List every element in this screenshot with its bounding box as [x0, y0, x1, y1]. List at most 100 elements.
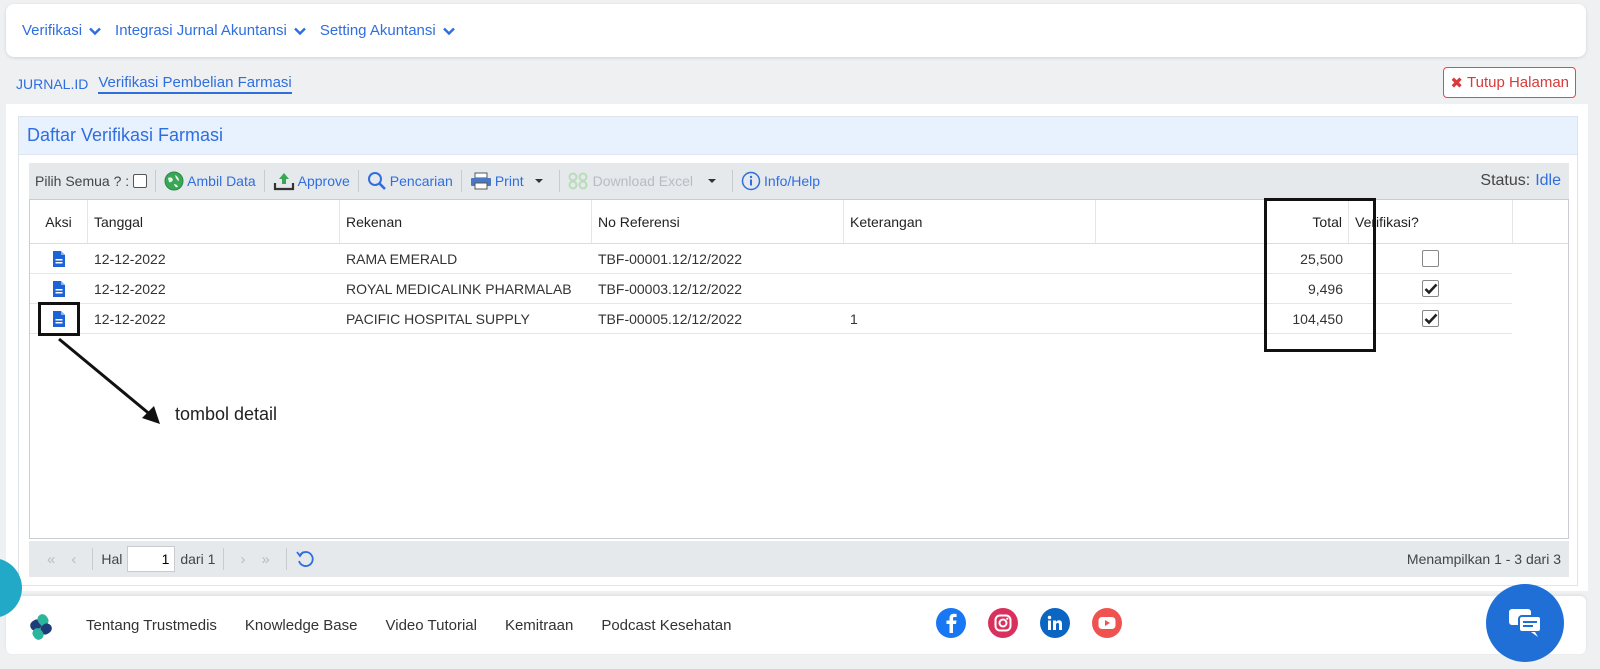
social-links: [936, 608, 1144, 638]
chat-icon: [1509, 609, 1542, 637]
pencarian-label: Pencarian: [389, 173, 453, 189]
footer-link-knowledge-base[interactable]: Knowledge Base: [245, 617, 358, 634]
next-page-button[interactable]: ›: [240, 551, 245, 568]
nav-integrasi-jurnal[interactable]: Integrasi Jurnal Akuntansi: [115, 22, 306, 39]
info-help-button[interactable]: Info/Help: [741, 171, 820, 191]
facebook-icon[interactable]: [936, 608, 966, 638]
verify-checkbox[interactable]: [1422, 250, 1439, 267]
instagram-icon[interactable]: [988, 608, 1018, 638]
toolbar: Pilih Semua ? : Ambil Data Approve Penca…: [29, 163, 1569, 199]
nav-setting-akuntansi[interactable]: Setting Akuntansi: [320, 22, 455, 39]
approve-button[interactable]: Approve: [273, 171, 350, 191]
toolbar-divider: [732, 170, 734, 192]
no-referensi-cell: TBF-00005.12/12/2022: [598, 310, 742, 327]
info-help-label: Info/Help: [764, 173, 821, 189]
status-label: Status:: [1480, 172, 1531, 189]
search-icon: [367, 172, 386, 190]
nav-label: Integrasi Jurnal Akuntansi: [115, 22, 287, 39]
breadcrumb-root: JURNAL.ID: [16, 76, 89, 92]
pager-divider: [223, 548, 225, 570]
print-label: Print: [494, 173, 524, 189]
refresh-icon: [296, 551, 314, 567]
annotation-arrow-icon: [58, 337, 160, 424]
footer-link-kemitraan[interactable]: Kemitraan: [505, 617, 573, 634]
header-tanggal[interactable]: Tanggal: [88, 200, 340, 243]
checkmark-icon: [1424, 313, 1437, 324]
header-aksi: Aksi: [30, 200, 88, 243]
pager-divider: [285, 548, 287, 570]
ambil-data-button[interactable]: Ambil Data: [164, 171, 256, 191]
header-rekenan[interactable]: Rekenan: [340, 200, 592, 243]
breadcrumb-current[interactable]: Verifikasi Pembelian Farmasi: [98, 74, 292, 94]
download-excel-label: Download Excel: [592, 173, 694, 189]
tanggal-cell: 12-12-2022: [94, 250, 166, 267]
chevron-down-icon: [89, 27, 101, 35]
annotation-label: tombol detail: [175, 404, 278, 424]
print-button[interactable]: Print: [470, 172, 551, 190]
select-all-checkbox[interactable]: [133, 174, 148, 188]
keterangan-cell: [844, 244, 1096, 273]
first-page-button[interactable]: «: [47, 551, 55, 568]
nav-verifikasi[interactable]: Verifikasi: [22, 22, 101, 39]
footer-link-tentang[interactable]: Tentang Trustmedis: [86, 617, 217, 634]
header-no-referensi[interactable]: No Referensi: [592, 200, 844, 243]
ambil-data-label: Ambil Data: [187, 173, 256, 189]
paging-info: Menampilkan 1 - 3 dari 3: [1406, 551, 1561, 567]
tanggal-cell: 12-12-2022: [94, 280, 166, 297]
toolbar-divider: [357, 170, 359, 192]
tanggal-cell: 12-12-2022: [94, 310, 166, 327]
close-icon: ✖: [1450, 74, 1463, 92]
page-of-label: dari 1: [180, 551, 216, 567]
toolbar-divider: [155, 170, 157, 192]
page-number-input[interactable]: [127, 546, 176, 572]
verify-checkbox[interactable]: [1422, 310, 1439, 327]
approve-label: Approve: [297, 173, 350, 189]
annotation-box-detail: [38, 302, 80, 336]
youtube-icon[interactable]: [1092, 608, 1122, 638]
detail-document-icon[interactable]: [52, 280, 66, 298]
trustmedis-logo-icon: [30, 614, 52, 640]
select-all-label: Pilih Semua ? :: [35, 173, 130, 189]
toolbar-divider: [558, 170, 560, 192]
toolbar-divider: [263, 170, 265, 192]
status-indicator: Status: Idle: [1480, 163, 1561, 199]
footer: Tentang Trustmedis Knowledge Base Video …: [6, 596, 1586, 654]
header-scroll-spacer: [1513, 200, 1539, 243]
chevron-down-icon: [442, 27, 455, 35]
globe-icon: [164, 171, 184, 191]
excel-icon: [568, 172, 588, 190]
rekenan-cell: RAMA EMERALD: [346, 250, 458, 267]
close-page-label: Tutup Halaman: [1467, 74, 1569, 91]
caret-down-icon: [534, 179, 543, 183]
download-excel-button[interactable]: Download Excel: [568, 172, 724, 190]
page-label: Hal: [101, 551, 123, 567]
detail-document-icon[interactable]: [52, 250, 66, 268]
header-keterangan[interactable]: Keterangan: [844, 200, 1096, 243]
prev-page-button[interactable]: ‹: [71, 551, 76, 568]
rekenan-cell: ROYAL MEDICALINK PHARMALAB: [346, 280, 572, 297]
info-icon: [741, 171, 761, 191]
aksi-cell: [30, 274, 88, 303]
close-page-button[interactable]: ✖ Tutup Halaman: [1443, 67, 1576, 98]
verify-checkbox[interactable]: [1422, 280, 1439, 297]
upload-icon: [273, 173, 294, 191]
nav-label: Setting Akuntansi: [319, 22, 436, 39]
status-value: Idle: [1535, 172, 1561, 189]
footer-link-podcast[interactable]: Podcast Kesehatan: [601, 617, 731, 634]
refresh-button[interactable]: [295, 549, 317, 569]
no-referensi-cell: TBF-00001.12/12/2022: [598, 250, 742, 267]
toolbar-divider: [460, 170, 462, 192]
pencarian-button[interactable]: Pencarian: [367, 171, 453, 191]
chevron-down-icon: [293, 27, 306, 35]
pager: « ‹ Hal dari 1 › » Menampilkan 1 - 3 dar…: [29, 541, 1569, 577]
chat-button[interactable]: [1486, 584, 1564, 662]
last-page-button[interactable]: »: [261, 551, 269, 568]
keterangan-cell: 1: [850, 310, 858, 327]
footer-link-video-tutorial[interactable]: Video Tutorial: [386, 617, 477, 634]
keterangan-cell: [844, 274, 1096, 303]
linkedin-icon[interactable]: [1040, 608, 1070, 638]
top-nav: Verifikasi Integrasi Jurnal Akuntansi Se…: [6, 4, 1586, 57]
annotation-box-total: [1264, 198, 1376, 352]
aksi-cell: [30, 244, 88, 273]
pager-divider: [92, 548, 94, 570]
